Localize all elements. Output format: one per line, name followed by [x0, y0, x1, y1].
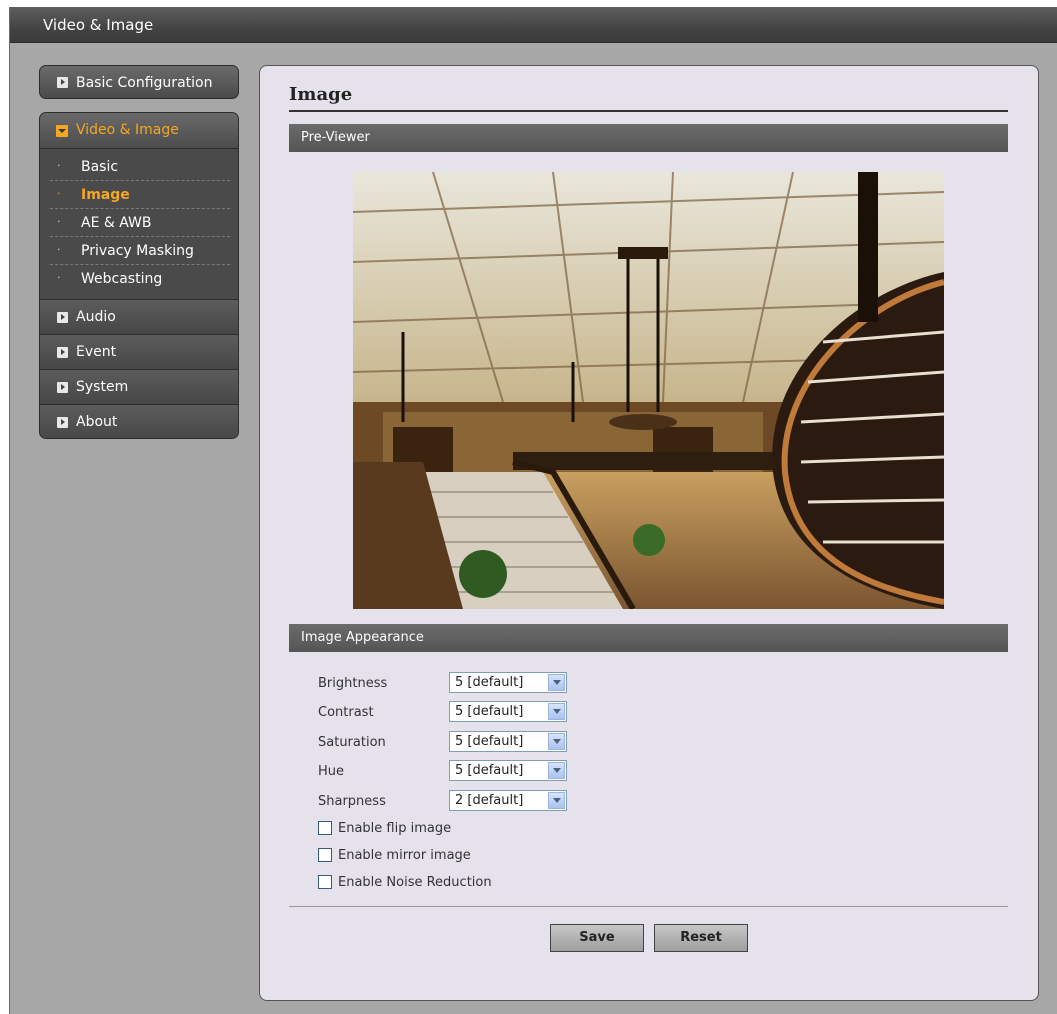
flip-image-checkbox[interactable] — [318, 821, 332, 835]
brightness-select[interactable]: 5 [default] — [449, 672, 567, 693]
chevron-down-icon — [548, 703, 565, 720]
window-title: Video & Image — [43, 16, 154, 34]
sidebar-item-label: Basic Configuration — [76, 75, 213, 91]
sidebar-item-video-image[interactable]: Video & Image — [40, 113, 238, 149]
sidebar-item-event[interactable]: Event — [40, 334, 238, 369]
divider — [289, 906, 1008, 907]
reset-button[interactable]: Reset — [654, 924, 748, 952]
section-header-pre-viewer: Pre-Viewer — [289, 124, 1008, 152]
sidebar-item-label: About — [76, 414, 118, 430]
sidebar-item-audio[interactable]: Audio — [40, 299, 238, 334]
sidebar-subitem-basic[interactable]: · Basic — [50, 153, 230, 181]
chevron-right-icon — [57, 312, 68, 323]
sidebar-subitem-webcasting[interactable]: · Webcasting — [50, 265, 230, 293]
app-frame: Video & Image Basic Configuration Video … — [9, 7, 1057, 1014]
noise-reduction-label: Enable Noise Reduction — [338, 875, 492, 890]
sidebar-subitem-label: Image — [81, 187, 130, 203]
contrast-label: Contrast — [318, 705, 374, 720]
chevron-down-icon — [548, 733, 565, 750]
saturation-label: Saturation — [318, 735, 386, 750]
sidebar-item-label: Video & Image — [76, 122, 179, 138]
sharpness-label: Sharpness — [318, 794, 386, 809]
chevron-right-icon — [57, 382, 68, 393]
sidebar-subitem-privacy-masking[interactable]: · Privacy Masking — [50, 237, 230, 265]
flip-image-label: Enable flip image — [338, 821, 452, 836]
mirror-image-checkbox[interactable] — [318, 848, 332, 862]
sidebar-item-about[interactable]: About — [40, 404, 238, 438]
save-button[interactable]: Save — [550, 924, 644, 952]
sidebar-subitem-label: Privacy Masking — [81, 243, 194, 259]
chevron-down-icon — [548, 792, 565, 809]
bullet-icon: · — [57, 271, 61, 284]
chevron-down-icon — [56, 125, 68, 137]
main-panel: Image Pre-Viewer Image Appearance Bright… — [259, 65, 1039, 1001]
hue-label: Hue — [318, 764, 345, 779]
sidebar-item-basic-configuration[interactable]: Basic Configuration — [39, 65, 239, 99]
sidebar-subitem-label: Webcasting — [81, 271, 163, 287]
bullet-icon: · — [57, 187, 61, 200]
sidebar-item-label: System — [76, 379, 129, 395]
bullet-icon: · — [57, 243, 61, 256]
chevron-right-icon — [57, 77, 68, 88]
camera-preview-image — [353, 172, 944, 609]
sidebar-item-system[interactable]: System — [40, 369, 238, 404]
mirror-image-label: Enable mirror image — [338, 848, 471, 863]
contrast-value: 5 [default] — [455, 704, 524, 719]
saturation-value: 5 [default] — [455, 734, 524, 749]
sharpness-value: 2 [default] — [455, 793, 524, 808]
sidebar-group: Video & Image · Basic · Image · AE & AWB… — [39, 112, 239, 439]
sidebar-item-label: Audio — [76, 309, 116, 325]
sharpness-select[interactable]: 2 [default] — [449, 790, 567, 811]
bullet-icon: · — [57, 215, 61, 228]
chevron-right-icon — [57, 347, 68, 358]
chevron-down-icon — [548, 762, 565, 779]
sidebar-subitem-label: AE & AWB — [81, 215, 152, 231]
chevron-right-icon — [57, 417, 68, 428]
bullet-icon: · — [57, 159, 61, 172]
hue-select[interactable]: 5 [default] — [449, 760, 567, 781]
sidebar-subitem-ae-awb[interactable]: · AE & AWB — [50, 209, 230, 237]
chevron-down-icon — [548, 674, 565, 691]
brightness-value: 5 [default] — [455, 675, 524, 690]
noise-reduction-checkbox[interactable] — [318, 875, 332, 889]
brightness-label: Brightness — [318, 676, 388, 691]
sidebar-subitem-image[interactable]: · Image — [50, 181, 230, 209]
contrast-select[interactable]: 5 [default] — [449, 701, 567, 722]
sidebar-item-label: Event — [76, 344, 117, 360]
saturation-select[interactable]: 5 [default] — [449, 731, 567, 752]
sidebar-subitem-label: Basic — [81, 159, 119, 175]
section-header-image-appearance: Image Appearance — [289, 624, 1008, 652]
divider — [289, 110, 1008, 112]
page-title: Image — [289, 84, 353, 105]
hue-value: 5 [default] — [455, 763, 524, 778]
title-bar: Video & Image — [10, 7, 1057, 43]
